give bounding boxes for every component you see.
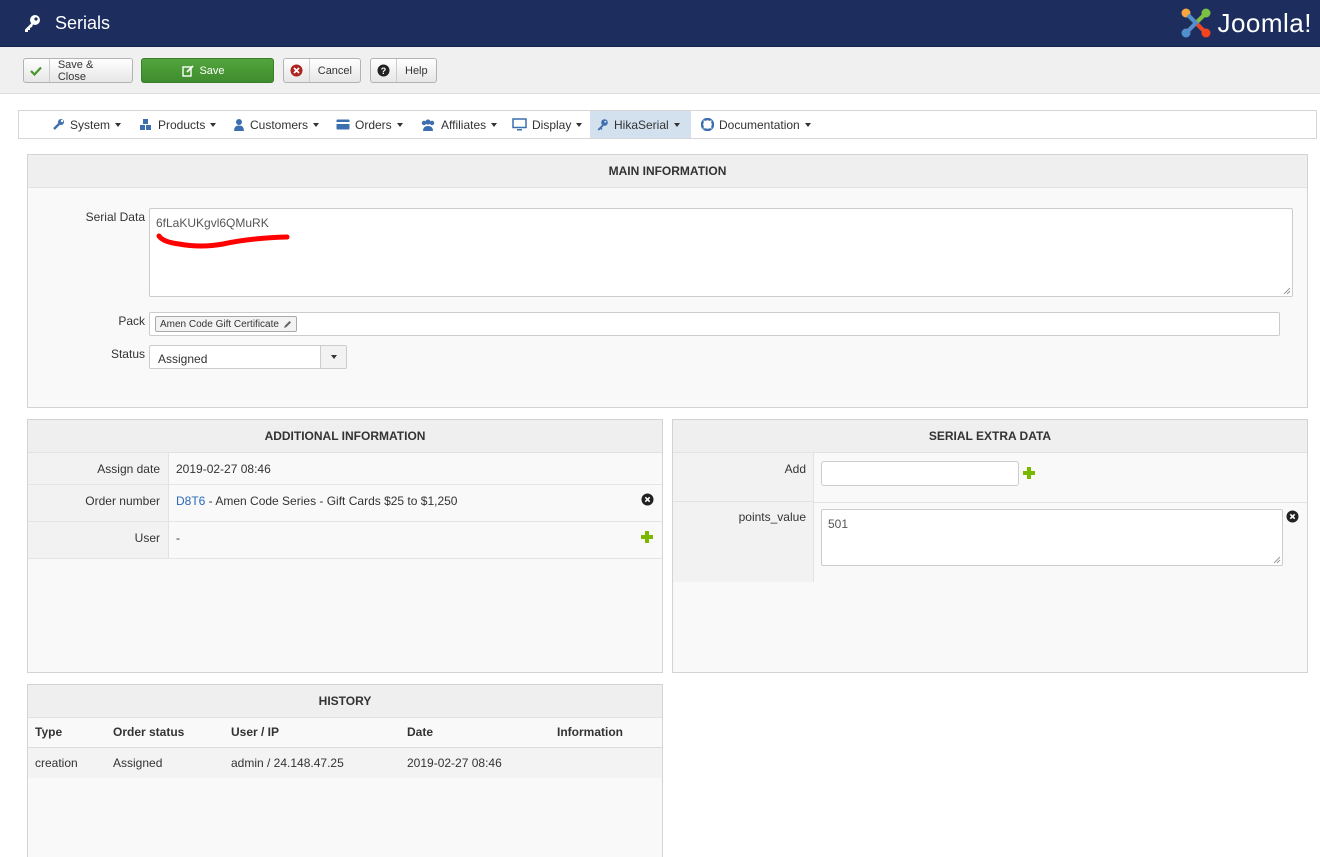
history-heading: HISTORY <box>28 685 662 718</box>
joomla-logo[interactable]: Joomla! <box>1179 6 1312 40</box>
cancel-button[interactable]: Cancel <box>283 58 361 83</box>
nav-affiliates-label: Affiliates <box>441 117 487 132</box>
order-number-value: D8T6 - Amen Code Series - Gift Cards $25… <box>176 494 457 508</box>
order-description: - Amen Code Series - Gift Cards $25 to $… <box>205 494 458 508</box>
check-icon <box>24 59 50 82</box>
assign-date-value: 2019-02-27 08:46 <box>176 462 271 476</box>
svg-text:?: ? <box>381 66 387 76</box>
serial-extra-data-heading: SERIAL EXTRA DATA <box>673 420 1307 453</box>
key-small-icon <box>597 119 608 131</box>
nav-hikaserial-label: HikaSerial <box>614 117 669 132</box>
resize-grip-icon[interactable] <box>1282 286 1291 295</box>
save-close-label: Save & Close <box>57 58 94 83</box>
add-extra-data-icon[interactable] <box>1022 466 1036 480</box>
status-select[interactable]: Assigned <box>149 345 347 369</box>
help-label: Help <box>405 64 428 77</box>
order-number-label: Order number <box>28 485 169 521</box>
assign-date-row: Assign date 2019-02-27 08:46 <box>28 453 662 485</box>
page-title: Serials <box>55 13 111 33</box>
pack-tag[interactable]: Amen Code Gift Certificate <box>155 316 297 332</box>
cell-order-status: Assigned <box>113 756 163 770</box>
user-icon <box>234 119 244 131</box>
history-panel: HISTORY Type Order status User / IP Date… <box>27 684 663 857</box>
nav-customers-label: Customers <box>250 117 309 132</box>
assign-date-label: Assign date <box>28 453 169 484</box>
nav-customers[interactable]: Customers <box>227 111 325 138</box>
serial-data-value: 6fLaKUKgvl6QMuRK <box>156 216 269 230</box>
points-value-textarea[interactable]: 501 <box>821 509 1283 566</box>
cubes-icon <box>140 119 151 130</box>
joomla-logo-text: Joomla! <box>1217 7 1312 38</box>
nav-products[interactable]: Products <box>133 111 222 138</box>
status-value: Assigned <box>158 352 208 366</box>
life-ring-icon <box>701 118 714 131</box>
cell-type: creation <box>35 756 78 770</box>
cell-user-ip: admin / 24.148.47.25 <box>231 756 344 770</box>
nav-documentation[interactable]: Documentation <box>695 111 817 138</box>
cell-date: 2019-02-27 08:46 <box>407 756 502 770</box>
chevron-down-icon <box>320 346 346 368</box>
col-order-status: Order status <box>113 725 185 739</box>
add-key-cell <box>673 453 814 502</box>
cancel-icon <box>284 59 310 82</box>
remove-extra-data-icon[interactable] <box>1286 510 1299 523</box>
nav-documentation-label: Documentation <box>719 117 800 132</box>
joomla-logo-icon <box>1181 8 1211 38</box>
add-key-input[interactable] <box>821 461 1019 486</box>
add-user-icon[interactable] <box>640 530 654 544</box>
toolbar: Save & Close Save Cancel ? Help <box>0 47 1320 94</box>
points-value-label: points_value <box>738 510 806 524</box>
user-label: User <box>28 522 169 558</box>
user-value: - <box>176 531 180 545</box>
users-icon <box>421 119 435 131</box>
cancel-label: Cancel <box>317 64 352 77</box>
nav-affiliates[interactable]: Affiliates <box>414 111 503 138</box>
nav-system[interactable]: System <box>46 111 127 138</box>
edit-icon <box>182 64 195 77</box>
save-label: Save <box>199 64 225 77</box>
user-row: User - <box>28 522 662 559</box>
resize-grip-icon[interactable] <box>1272 555 1281 564</box>
status-label: Status <box>110 347 145 361</box>
additional-information-heading: ADDITIONAL INFORMATION <box>28 420 662 453</box>
admin-header: Serials Joomla! <box>0 0 1320 47</box>
col-user-ip: User / IP <box>231 725 280 739</box>
points-value-value: 501 <box>828 517 849 531</box>
order-number-row: Order number D8T6 - Amen Code Series - G… <box>28 485 662 522</box>
red-underline-annotation <box>156 233 290 249</box>
hikaserial-menu: System Products Customers Orders Affilia… <box>18 110 1317 139</box>
nav-display-label: Display <box>532 117 572 132</box>
nav-orders-label: Orders <box>355 117 392 132</box>
additional-information-panel: ADDITIONAL INFORMATION Assign date 2019-… <box>27 419 663 673</box>
nav-display[interactable]: Display <box>506 111 588 138</box>
credit-card-icon <box>336 119 350 130</box>
help-button[interactable]: ? Help <box>370 58 437 83</box>
nav-orders[interactable]: Orders <box>330 111 409 138</box>
remove-order-icon[interactable] <box>641 493 654 506</box>
pack-label: Pack <box>118 314 145 328</box>
nav-hikaserial[interactable]: HikaSerial <box>590 111 691 138</box>
order-link[interactable]: D8T6 <box>176 494 205 508</box>
main-information-heading: MAIN INFORMATION <box>28 155 1307 188</box>
question-icon: ? <box>371 59 397 82</box>
key-icon <box>22 13 42 33</box>
wrench-icon <box>53 119 64 130</box>
serial-data-textarea[interactable]: 6fLaKUKgvl6QMuRK <box>149 208 1293 297</box>
nav-products-label: Products <box>158 117 206 132</box>
col-information: Information <box>557 725 623 739</box>
col-date: Date <box>407 725 434 739</box>
monitor-icon <box>512 118 527 131</box>
pack-tag-label: Amen Code Gift Certificate <box>160 318 279 330</box>
nav-system-label: System <box>70 117 111 132</box>
add-label: Add <box>784 462 806 476</box>
serial-data-label: Serial Data <box>85 210 145 224</box>
pencil-icon[interactable] <box>283 320 292 329</box>
col-type: Type <box>35 725 63 739</box>
save-close-button[interactable]: Save & Close <box>23 58 133 83</box>
pack-field[interactable] <box>149 312 1280 336</box>
save-button[interactable]: Save <box>141 58 274 83</box>
